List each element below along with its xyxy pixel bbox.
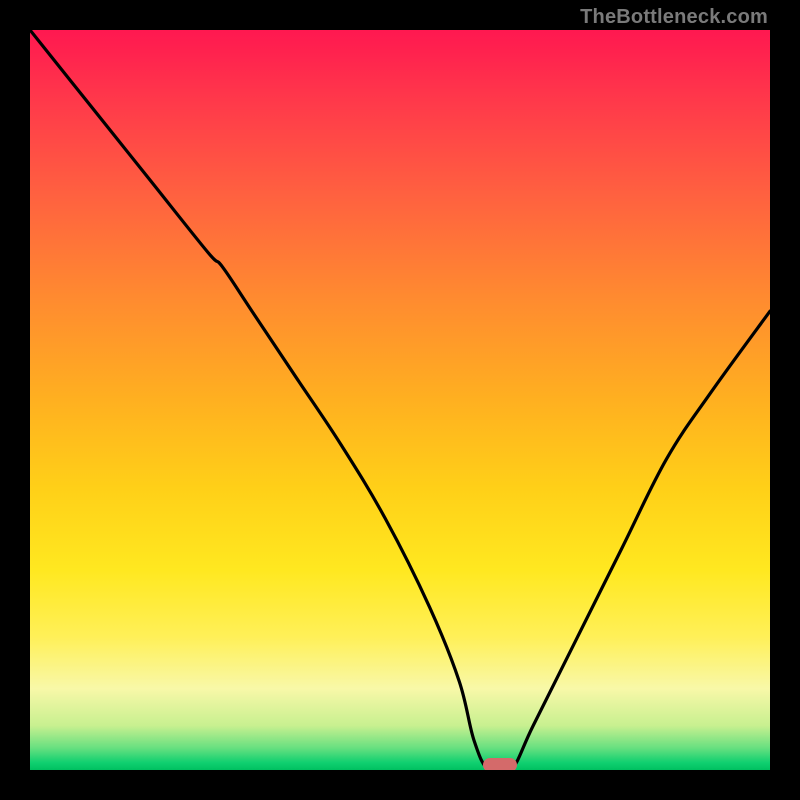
bottleneck-curve [30, 30, 770, 770]
curve-layer [30, 30, 770, 770]
plot-area [30, 30, 770, 770]
optimum-marker [483, 758, 517, 770]
watermark-text: TheBottleneck.com [580, 6, 768, 29]
chart-frame: TheBottleneck.com [0, 0, 800, 800]
